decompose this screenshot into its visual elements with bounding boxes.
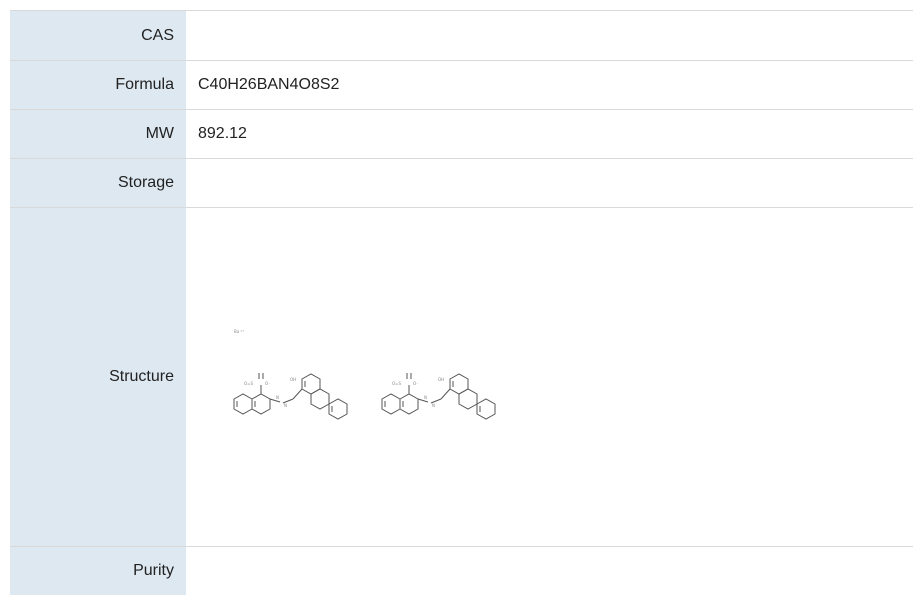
purity-label: Purity <box>10 546 186 595</box>
structure-label: Structure <box>10 207 186 547</box>
molecule-2: O=S O⁻ N N OH <box>381 373 496 420</box>
storage-value <box>186 158 913 208</box>
structure-image: Ba ²⁺ O=S O⁻ N N OH O=S O⁻ N N OH <box>228 317 528 437</box>
purity-row: Purity <box>10 546 913 595</box>
mw-row: MW 892.12 <box>10 109 913 159</box>
formula-value: C40H26BAN4O8S2 <box>186 60 913 110</box>
mw-label: MW <box>10 109 186 159</box>
mw-value: 892.12 <box>186 109 913 159</box>
formula-row: Formula C40H26BAN4O8S2 <box>10 60 913 110</box>
svg-text:O=S: O=S <box>392 381 402 386</box>
properties-table: CAS Formula C40H26BAN4O8S2 MW 892.12 Sto… <box>10 10 913 595</box>
cas-value <box>186 10 913 61</box>
svg-text:O⁻: O⁻ <box>265 381 270 386</box>
purity-value <box>186 546 913 595</box>
chemical-structure-drawing: Ba ²⁺ O=S O⁻ N N OH O=S O⁻ N N OH <box>233 329 496 420</box>
storage-row: Storage <box>10 158 913 208</box>
structure-row: Structure Ba ²⁺ O=S O⁻ N N OH O=S O⁻ N N… <box>10 207 913 547</box>
svg-text:N: N <box>432 403 435 408</box>
svg-text:O⁻: O⁻ <box>413 381 418 386</box>
svg-text:N: N <box>276 395 279 400</box>
svg-text:N: N <box>424 395 427 400</box>
svg-text:Ba ²⁺: Ba ²⁺ <box>234 329 244 334</box>
svg-text:OH: OH <box>290 377 296 382</box>
structure-cell: Ba ²⁺ O=S O⁻ N N OH O=S O⁻ N N OH <box>186 207 913 547</box>
cas-row: CAS <box>10 10 913 61</box>
storage-label: Storage <box>10 158 186 208</box>
svg-text:O=S: O=S <box>244 381 254 386</box>
molecule-1: O=S O⁻ N N OH <box>233 373 348 420</box>
svg-text:N: N <box>284 403 287 408</box>
formula-label: Formula <box>10 60 186 110</box>
svg-text:OH: OH <box>438 377 444 382</box>
cas-label: CAS <box>10 10 186 61</box>
